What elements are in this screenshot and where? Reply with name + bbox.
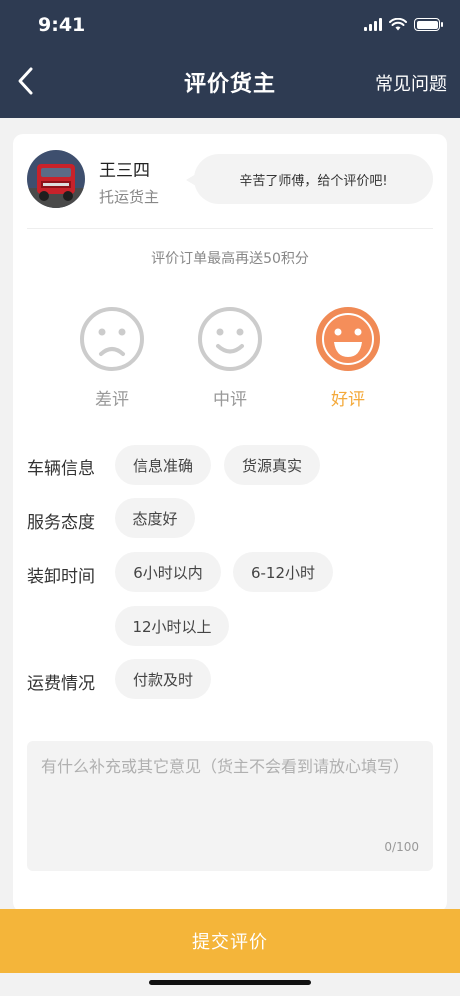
laughing-face-icon	[316, 307, 380, 371]
bonus-text: 评价订单最高再送50积分	[151, 251, 309, 267]
category-loading-time-label: 装卸时间	[27, 567, 95, 587]
tag-source-real[interactable]: 货源真实	[224, 445, 320, 485]
home-indicator	[149, 980, 311, 985]
avatar	[27, 150, 85, 208]
comment-textarea[interactable]: 有什么补充或其它意见（货主不会看到请放心填写） 0/100	[27, 741, 433, 871]
review-card: 王三四 托运货主 辛苦了师傅，给个评价吧! 评价订单最高再送50积分 差评 中评	[13, 134, 447, 912]
status-time: 9:41	[38, 14, 86, 36]
status-icons	[364, 18, 443, 31]
top-bar: 9:41 评价货主 常见问题	[0, 0, 460, 118]
rating-good[interactable]: 好评	[315, 306, 381, 410]
category-freight-label: 运费情况	[27, 674, 95, 694]
rating-bad-label: 差评	[95, 390, 129, 410]
tag-timely-payment[interactable]: 付款及时	[115, 659, 211, 699]
owner-name: 王三四	[99, 161, 150, 181]
smile-face-icon	[198, 307, 262, 371]
rating-neutral-label: 中评	[213, 390, 247, 410]
rating-neutral[interactable]: 中评	[197, 306, 263, 410]
faq-link[interactable]: 常见问题	[375, 70, 447, 96]
tag-over-12h[interactable]: 12小时以上	[115, 606, 229, 646]
divider	[27, 228, 433, 229]
category-vehicle-label: 车辆信息	[27, 459, 95, 479]
char-counter: 0/100	[384, 840, 419, 854]
battery-icon	[414, 18, 443, 31]
comment-placeholder: 有什么补充或其它意见（货主不会看到请放心填写）	[41, 757, 410, 776]
signal-icon	[364, 18, 382, 31]
speech-bubble: 辛苦了师傅，给个评价吧!	[186, 154, 433, 204]
owner-role: 托运货主	[99, 188, 160, 206]
sad-face-icon	[80, 307, 144, 371]
tag-6-12h[interactable]: 6-12小时	[233, 552, 333, 592]
tag-within-6h[interactable]: 6小时以内	[115, 552, 221, 592]
submit-button[interactable]: 提交评价	[0, 909, 460, 973]
tag-info-accurate[interactable]: 信息准确	[115, 445, 211, 485]
tag-good-attitude[interactable]: 态度好	[115, 498, 195, 538]
bubble-text: 辛苦了师傅，给个评价吧!	[239, 173, 388, 189]
rating-good-label: 好评	[331, 390, 365, 410]
wifi-icon	[389, 18, 407, 31]
category-service-label: 服务态度	[27, 513, 95, 533]
rating-bad[interactable]: 差评	[79, 306, 145, 410]
